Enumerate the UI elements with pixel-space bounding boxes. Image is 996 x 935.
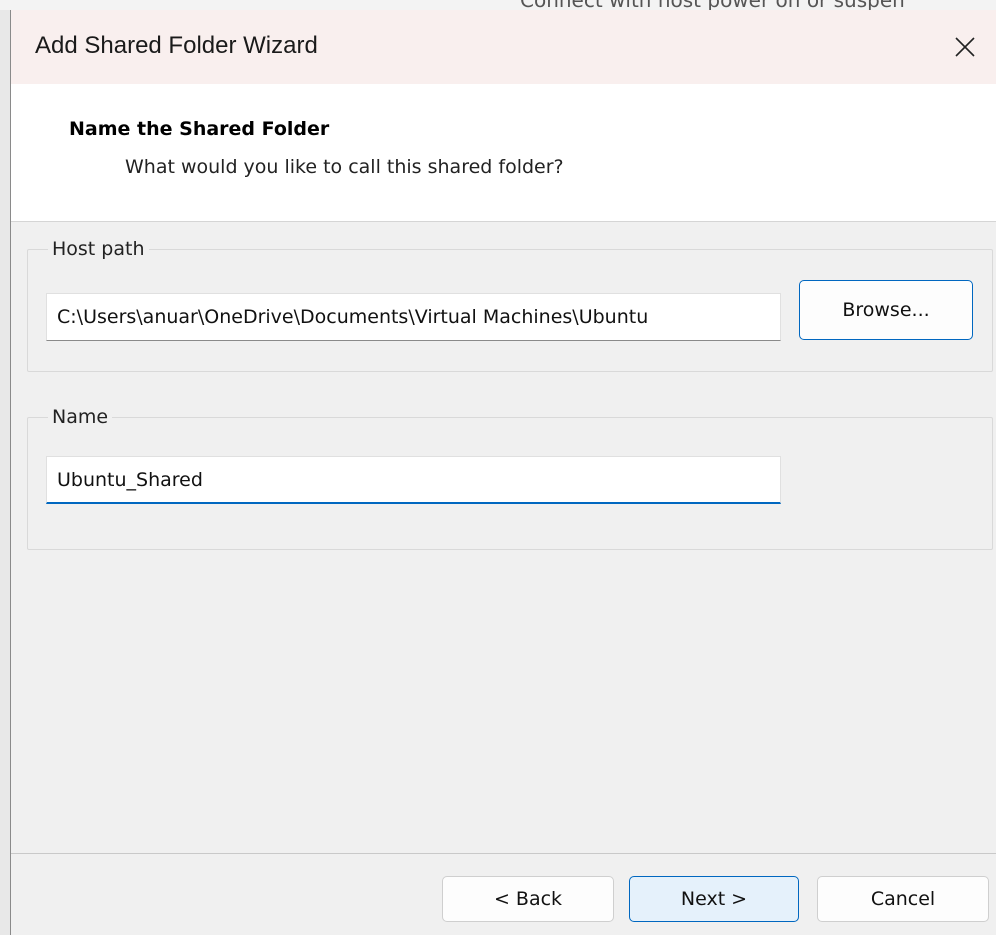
back-button[interactable]: < Back — [442, 876, 614, 922]
wizard-step-title: Name the Shared Folder — [69, 118, 330, 140]
cancel-button[interactable]: Cancel — [817, 876, 989, 922]
add-shared-folder-dialog: Add Shared Folder Wizard Name the Shared… — [10, 10, 996, 935]
close-button[interactable] — [933, 10, 996, 84]
close-icon — [955, 37, 975, 57]
background-window: Connect with host power on or suspen — [0, 0, 996, 12]
title-bar: Add Shared Folder Wizard — [11, 10, 996, 84]
wizard-step-subtitle: What would you like to call this shared … — [125, 156, 564, 178]
next-button[interactable]: Next > — [629, 876, 799, 922]
wizard-header: Name the Shared Folder What would you li… — [11, 84, 996, 222]
name-label: Name — [52, 406, 109, 428]
host-path-label: Host path — [52, 238, 145, 260]
browse-button[interactable]: Browse... — [799, 280, 973, 340]
footer-divider — [11, 853, 996, 854]
name-input[interactable] — [46, 456, 781, 504]
window-title: Add Shared Folder Wizard — [35, 32, 318, 59]
host-path-input[interactable] — [46, 293, 781, 341]
